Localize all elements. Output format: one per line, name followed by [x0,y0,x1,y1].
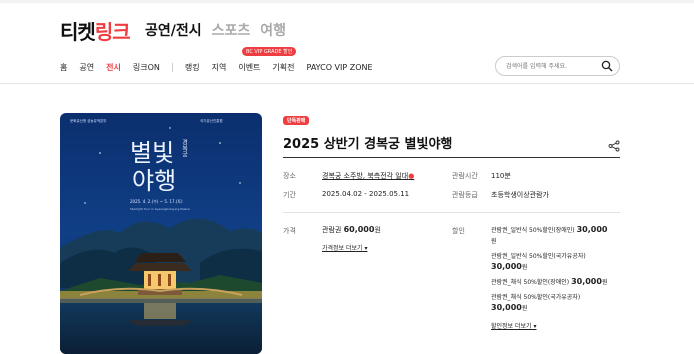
event-poster: 문화유산청 궁능유적본부 국가유산진흥원 별빛 야행 경복궁 2025. 4. … [60,113,262,354]
poster-dates: 2025. 4. 2.(수) ~ 5. 17.(토) [130,198,183,204]
discount-unit: 원 [521,264,528,271]
discount-unit: 원 [491,238,497,245]
gnb-performance[interactable]: 공연/전시 [145,20,202,40]
poster-org-left: 문화유산청 궁능유적본부 [70,118,107,123]
subnav-linkon[interactable]: 링크ON [133,62,160,73]
logo-text-red: 링크 [94,20,131,44]
poster-image: 문화유산청 궁능유적본부 국가유산진흥원 별빛 야행 경복궁 2025. 4. … [60,113,262,354]
age-label: 관람등급 [452,191,478,199]
subnav-divider [171,63,173,72]
discount-amount: 30,000 [571,277,602,286]
price-label: 가격 [283,227,296,235]
price-more-text: 가격정보 더보기 [322,245,363,252]
discount-amount: 30,000 [576,225,608,234]
period-value: 2025.04.02 - 2025.05.11 [322,190,410,198]
discount-unit: 원 [601,279,608,286]
period-label: 기간 [283,191,296,199]
price-name: 관람권 [322,226,342,234]
discount-item: 관람권_채식 50%할인(장애인) 30,000원 [491,277,607,286]
logo-text-black: 티켓 [60,20,96,44]
site-logo[interactable]: 티켓링크 [60,16,131,45]
gnb-travel[interactable]: 여행 [260,20,286,40]
poster-title-1: 별빛 [130,139,174,167]
discount-amount: 30,000 [491,303,522,312]
subnav-performance[interactable]: 공연 [79,62,94,73]
title-divider [283,157,620,158]
info-divider [283,212,620,213]
runtime-label: 관람시간 [452,172,478,180]
location-pin-icon: ● [408,172,415,180]
poster-org-right: 국가유산진흥원 [200,118,223,123]
discount-item: 관람권_채식 50%할인(국가유공자) [491,294,581,301]
subnav-exhibition[interactable]: 전시 [106,62,121,73]
discount-label: 할인 [452,227,465,235]
age-value: 초등학생이상관람가 [491,191,549,199]
price-unit: 원 [374,226,381,234]
subnav-event[interactable]: 이벤트 [238,62,260,73]
price-row: 관람권 60,000원 [322,225,381,235]
discount-more-text: 할인정보 더보기 [491,323,532,330]
subnav-region[interactable]: 지역 [212,62,227,73]
discount-amount-row: 30,000원 [491,303,527,312]
place-value: 경복궁 소주방, 북측전각 일대 [322,172,409,180]
exclusive-tag: 단독판매 [283,116,310,125]
runtime-value: 110분 [491,172,511,180]
price-amount: 60,000 [343,225,375,234]
share-icon[interactable] [608,140,620,152]
discount-amount-row: 30,000원 [491,262,527,271]
poster-title-2: 야행 [132,167,176,195]
subnav-home[interactable]: 홈 [60,62,67,73]
top-strip [0,0,694,3]
discount-unit: 원 [521,305,528,312]
search-box [495,56,620,76]
search-icon[interactable] [601,60,613,72]
main-nav: 공연/전시 스포츠 여행 [145,20,286,40]
discount-amount: 30,000 [491,262,522,271]
place-link[interactable]: 경복궁 소주방, 북측전각 일대● [322,171,414,181]
subnav-payco-vip[interactable]: PAYCO VIP ZONE [307,63,373,72]
nav-divider [0,83,694,84]
sub-nav: 홈 공연 전시 링크ON 랭킹 지역 이벤트 기획전 PAYCO VIP ZON… [60,62,385,73]
price-more-link[interactable]: 가격정보 더보기 ▾ [322,243,367,252]
subnav-ranking[interactable]: 랭킹 [185,62,200,73]
place-label: 장소 [283,172,296,180]
gnb-sports[interactable]: 스포츠 [212,20,251,40]
poster-vertical: 경복궁 [181,139,188,157]
subnav-special[interactable]: 기획전 [272,62,294,73]
discount-more-link[interactable]: 할인정보 더보기 ▾ [491,321,536,330]
search-input[interactable] [506,61,601,72]
discount-name: 관람권_일반식 50%할인(장애인) [491,227,575,234]
discount-item: 관람권_일반식 50%할인(장애인) 30,000 [491,225,607,234]
discount-item: 관람권_일반식 50%할인(국가유공자) [491,253,586,260]
poster-subtitle: Starlight Tour in Gyeongbokgung Palace [130,207,190,211]
vip-badge: BC VIP GRADE 할인 [242,47,297,56]
product-title: 2025 상반기 경복궁 별빛야행 [283,137,453,152]
discount-name: 관람권_채식 50%할인(장애인) [491,279,570,286]
